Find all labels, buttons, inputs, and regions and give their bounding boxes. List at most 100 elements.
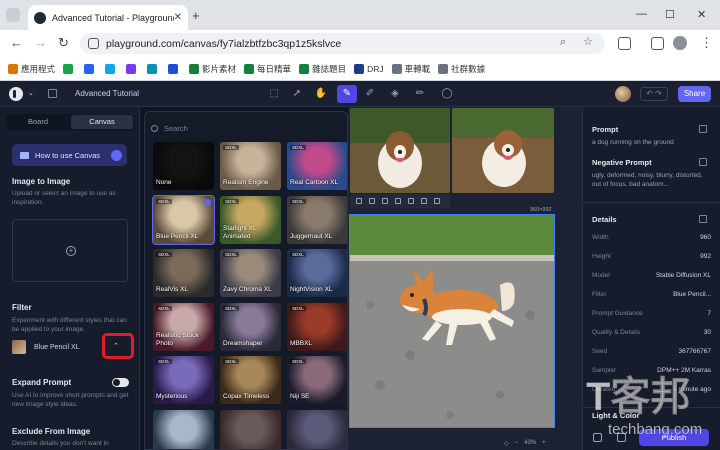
sidebar-icon[interactable] bbox=[651, 37, 664, 50]
close-tab-icon[interactable]: ✕ bbox=[174, 12, 182, 23]
user-avatar[interactable] bbox=[615, 86, 631, 102]
filter-option[interactable]: SDXL Copax Timeless bbox=[220, 356, 281, 404]
menu-icon[interactable]: ⋮ bbox=[700, 35, 713, 51]
filter-option[interactable]: SDXL Juggernaut XL bbox=[287, 195, 347, 244]
hand-pan-icon[interactable]: ✋ bbox=[314, 87, 328, 101]
reload-icon[interactable]: ↻ bbox=[58, 35, 69, 51]
filter-option[interactable]: SDXL Dreamshaper bbox=[220, 302, 281, 351]
fit-icon[interactable]: ◇ bbox=[504, 440, 509, 447]
logo-chevron-icon[interactable]: ⌄ bbox=[28, 89, 34, 97]
filter-option-label: MBBXL bbox=[290, 339, 313, 347]
filter-search[interactable]: Search bbox=[151, 120, 341, 136]
filter-option[interactable]: SDXL Zavy Chroma XL bbox=[220, 249, 281, 297]
address-bar[interactable]: playground.com/canvas/fy7ialzbtfzbc3qp1z… bbox=[80, 33, 605, 54]
expand-prompt-toggle[interactable] bbox=[112, 378, 129, 387]
bookmark-item[interactable] bbox=[168, 63, 181, 74]
play-icon bbox=[111, 149, 122, 161]
prompt-text: a dog running on the ground bbox=[592, 139, 674, 146]
selected-generated-image[interactable] bbox=[349, 214, 555, 428]
panel-toggle-icon[interactable] bbox=[48, 89, 57, 98]
bookmark-star-icon[interactable]: ☆ bbox=[583, 35, 593, 48]
playground-logo-icon[interactable] bbox=[9, 87, 23, 101]
tab-title: Advanced Tutorial - Playground bbox=[52, 12, 174, 23]
zoom-out-icon[interactable]: − bbox=[515, 440, 519, 446]
filter-option[interactable]: None bbox=[153, 142, 214, 190]
bookmark-item[interactable] bbox=[105, 63, 118, 74]
bookmark-item[interactable]: 應用程式 bbox=[8, 63, 55, 75]
back-icon[interactable]: ← bbox=[10, 35, 23, 50]
pencil-icon[interactable]: ✏ bbox=[413, 87, 427, 101]
delete-icon[interactable] bbox=[421, 198, 427, 204]
filter-option[interactable]: SDXL RealVis XL bbox=[153, 249, 214, 297]
download-image-icon[interactable] bbox=[617, 433, 626, 442]
variation-icon[interactable] bbox=[369, 198, 375, 204]
comment-icon[interactable]: ◯ bbox=[440, 87, 454, 101]
extensions-icon[interactable] bbox=[618, 37, 631, 50]
filter-option[interactable]: SDXL Realistic Stock Photo bbox=[153, 302, 214, 351]
download-icon[interactable] bbox=[356, 198, 362, 204]
canvas-area[interactable]: 960×992 ◇ − 43% + bbox=[348, 107, 582, 450]
bookmark-item[interactable]: 社群數據 bbox=[438, 63, 485, 75]
share-button[interactable]: Share bbox=[678, 86, 711, 102]
expand-prompt-title: Expand Prompt bbox=[12, 378, 72, 387]
how-to-use-canvas-button[interactable]: How to use Canvas bbox=[12, 144, 127, 166]
brush-icon[interactable]: ✐ bbox=[363, 87, 377, 101]
detail-value: 992 bbox=[700, 253, 711, 260]
filter-option[interactable]: SDXL NightVision XL bbox=[287, 249, 347, 297]
bookmark-item[interactable] bbox=[126, 63, 139, 74]
remix-icon[interactable] bbox=[382, 198, 388, 204]
forward-icon[interactable]: → bbox=[34, 35, 47, 50]
tab-board[interactable]: Board bbox=[7, 115, 69, 129]
browser-tab[interactable]: Advanced Tutorial - Playground ✕ bbox=[28, 5, 188, 30]
copy-negative-icon[interactable] bbox=[699, 158, 707, 166]
filter-option[interactable]: SDXL MBBXL bbox=[287, 302, 347, 351]
filter-option[interactable] bbox=[287, 409, 347, 449]
bookmark-item[interactable] bbox=[63, 63, 76, 74]
chevron-up-icon[interactable]: ⌃ bbox=[113, 342, 119, 350]
profile-avatar[interactable] bbox=[673, 36, 687, 50]
bookmark-item[interactable] bbox=[147, 63, 160, 74]
filter-option[interactable]: SDXL Real Cartoon XL bbox=[287, 142, 347, 190]
bookmark-item[interactable]: DRJ bbox=[354, 63, 384, 74]
detail-value: 1 minute ago bbox=[673, 386, 711, 393]
copy-prompt-icon[interactable] bbox=[699, 125, 707, 133]
document-title[interactable]: Advanced Tutorial bbox=[75, 89, 139, 98]
tab-canvas[interactable]: Canvas bbox=[71, 115, 133, 129]
zoom-in-icon[interactable]: + bbox=[542, 440, 546, 446]
image-upload-area[interactable]: + bbox=[12, 219, 128, 282]
new-tab-button[interactable]: + bbox=[192, 8, 200, 23]
bookmark-item[interactable]: 雜誌題目 bbox=[299, 63, 346, 75]
edit-icon[interactable] bbox=[408, 198, 414, 204]
maximize-icon[interactable]: ☐ bbox=[665, 8, 675, 21]
generated-image-2[interactable] bbox=[452, 108, 554, 193]
more-icon[interactable] bbox=[434, 198, 440, 204]
generated-image-1[interactable] bbox=[350, 108, 450, 193]
site-info-icon[interactable] bbox=[88, 38, 99, 49]
copy-image-icon[interactable] bbox=[593, 433, 602, 442]
tab-search-icon[interactable] bbox=[6, 8, 20, 22]
minimize-icon[interactable]: — bbox=[636, 8, 647, 20]
filter-option[interactable] bbox=[220, 409, 281, 449]
filter-option[interactable] bbox=[153, 409, 214, 449]
bookmark-item[interactable]: 車轉載 bbox=[391, 63, 430, 75]
bookmark-item[interactable]: 影片素材 bbox=[189, 63, 236, 75]
filter-option[interactable]: SDXL Realism Engine bbox=[220, 142, 281, 190]
detail-row: Prompt Guidance 7 bbox=[592, 310, 711, 317]
bookmark-item[interactable] bbox=[84, 63, 97, 74]
close-window-icon[interactable]: ✕ bbox=[697, 8, 706, 21]
filter-option[interactable]: SDXL Starlight XL Animated bbox=[220, 195, 281, 244]
edit-canvas-icon[interactable]: ✎ bbox=[337, 85, 357, 103]
select-cursor-icon[interactable]: ➚ bbox=[290, 87, 304, 101]
copy-details-icon[interactable] bbox=[699, 215, 707, 223]
filter-option[interactable]: SDXL Mysterious bbox=[153, 356, 214, 404]
crop-icon[interactable] bbox=[395, 198, 401, 204]
zoom-controls[interactable]: ◇ − 43% + bbox=[504, 437, 556, 449]
filter-option[interactable]: SDXL Blue Pencil XL bbox=[152, 194, 215, 245]
bookmark-item[interactable]: 每日精華 bbox=[244, 63, 291, 75]
zoom-search-icon[interactable]: ⌕ bbox=[560, 36, 566, 49]
undo-redo-buttons[interactable]: ↶ ↷ bbox=[640, 87, 668, 101]
export-icon[interactable]: ⬚ bbox=[267, 87, 281, 101]
filter-option[interactable]: SDXL Niji SE bbox=[287, 356, 347, 404]
fill-bucket-icon[interactable]: ◈ bbox=[388, 87, 402, 101]
publish-button[interactable]: Publish bbox=[639, 429, 709, 446]
